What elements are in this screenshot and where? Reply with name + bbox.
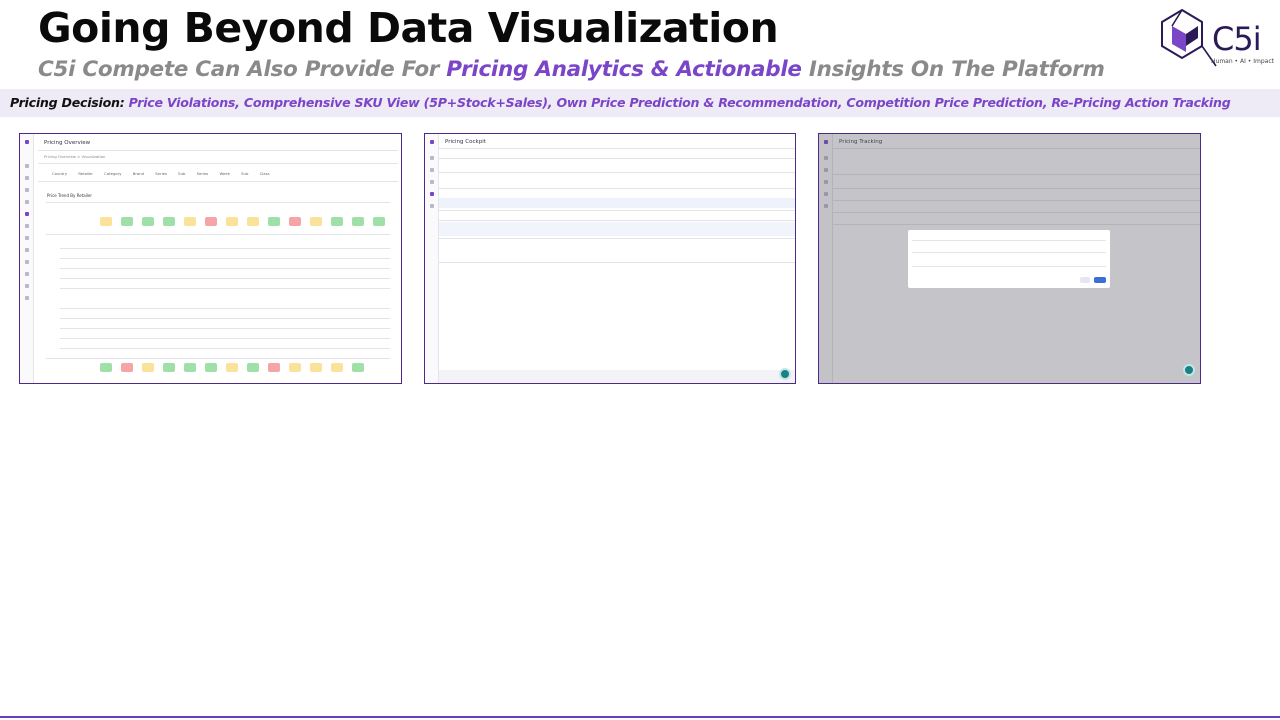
modal-submit-button[interactable]	[1094, 277, 1106, 283]
subtitle-suffix: Insights On The Platform	[801, 57, 1105, 82]
screen-title: Pricing Overview	[44, 140, 91, 146]
pricing-decision-text: Pricing Decision: Price Violations, Comp…	[10, 95, 1231, 110]
breadcrumb: Pricing Overview > Visualization	[44, 154, 106, 159]
filter-bar[interactable]: Country Retailer Category Brand Series S…	[52, 171, 270, 176]
sidebar	[425, 134, 439, 383]
screenshot-pricing-cockpit: Pricing Cockpit	[424, 133, 796, 384]
chat-fab-icon[interactable]	[1183, 364, 1195, 376]
subtitle-prefix: C5i Compete Can Also Provide For	[38, 57, 447, 82]
band-description: Price Violations, Comprehensive SKU View…	[124, 95, 1231, 110]
screen-title: Pricing Cockpit	[445, 139, 486, 145]
screenshot-pricing-overview: Pricing Overview Pricing Overview > Visu…	[19, 133, 402, 384]
slide-subtitle: C5i Compete Can Also Provide For Pricing…	[38, 57, 1105, 82]
chat-fab-icon[interactable]	[779, 368, 791, 380]
screenshot-pricing-tracking: Pricing Tracking	[818, 133, 1201, 384]
band-lead: Pricing Decision:	[10, 95, 125, 110]
repricing-modal	[908, 230, 1110, 288]
subtitle-highlight: Pricing Analytics & Actionable	[446, 57, 802, 82]
bottom-rule	[0, 716, 1280, 718]
modal-cancel-button[interactable]	[1080, 277, 1090, 283]
slide-title: Going Beyond Data Visualization	[38, 4, 779, 52]
sidebar	[20, 134, 34, 383]
logo-wordmark: C5i	[1212, 20, 1262, 58]
section-title: Price Trend By Retailer	[47, 193, 93, 198]
logo-tagline: Human • AI • Impact	[1211, 58, 1274, 65]
